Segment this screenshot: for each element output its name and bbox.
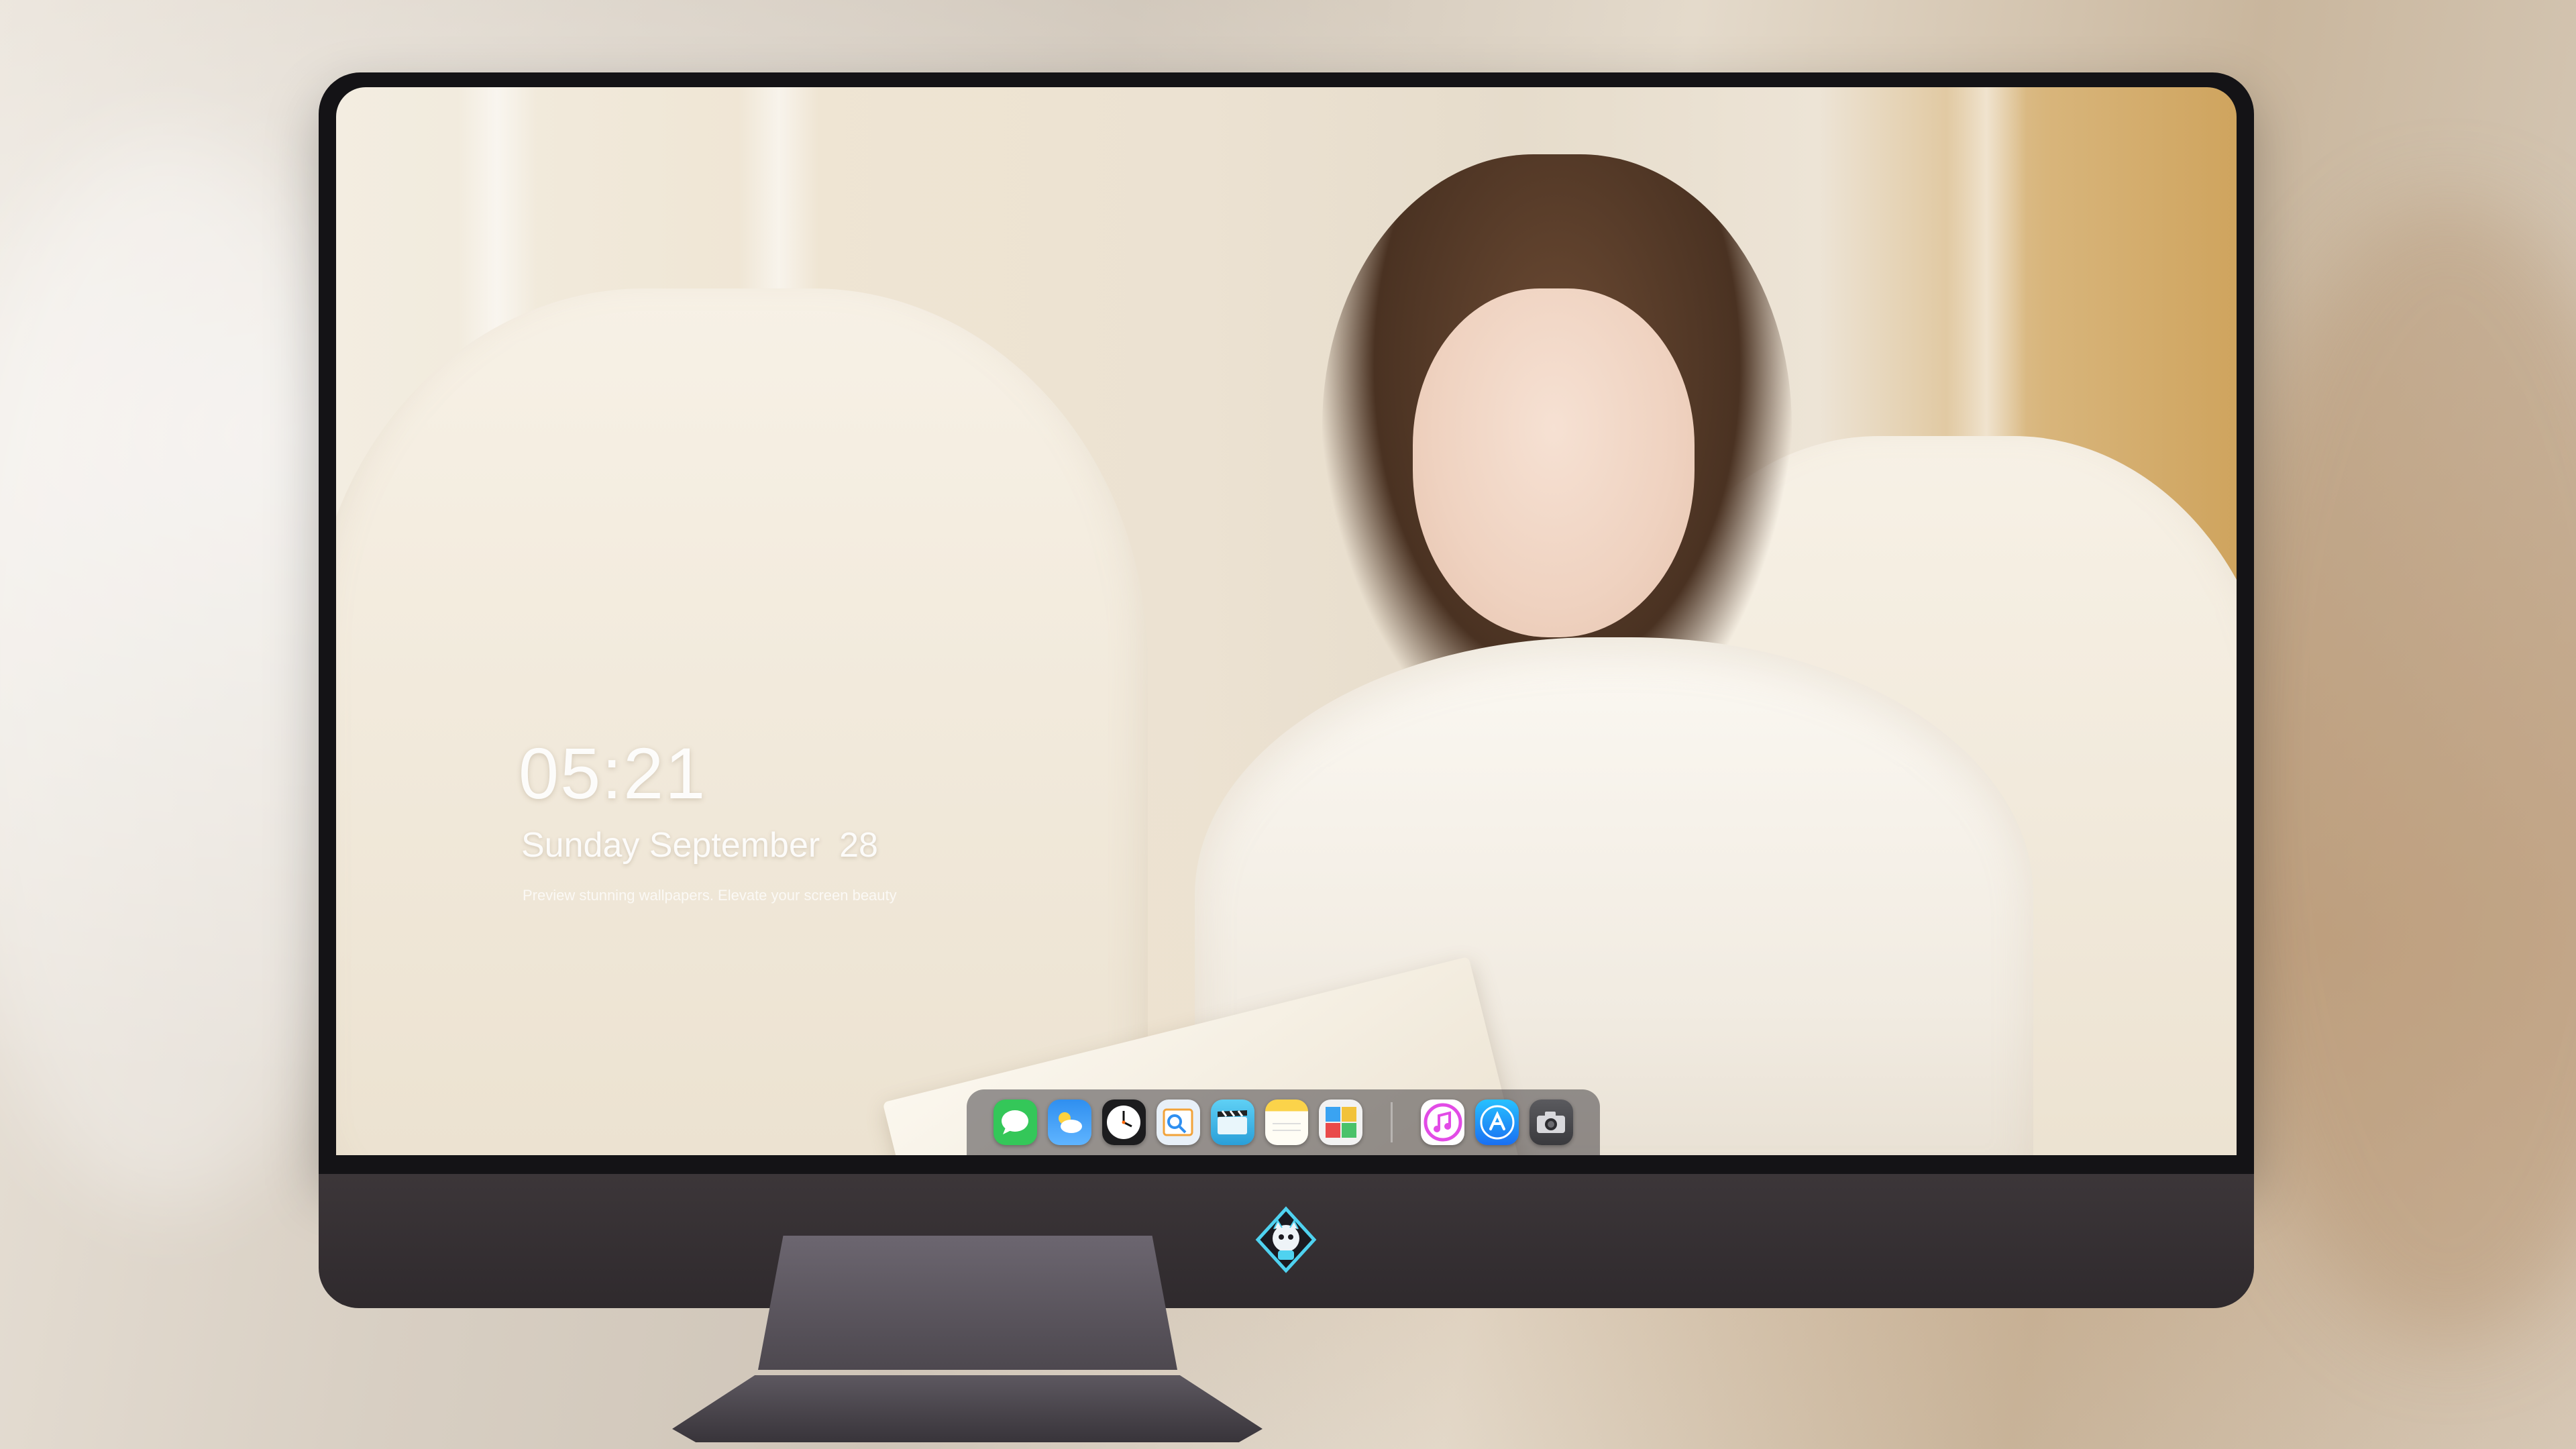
screen: 05:21 Sunday September 28 Preview stunni… [336,87,2237,1155]
app-store-icon[interactable] [1475,1099,1519,1145]
photo-booth-icon[interactable] [1319,1099,1363,1145]
lock-tagline: Preview stunning wallpapers. Elevate you… [523,887,897,904]
dock-separator [1391,1102,1393,1142]
wallpaper-face [1413,288,1695,637]
monitor-stand-neck [758,1236,1177,1370]
notes-icon[interactable] [1265,1099,1309,1145]
messages-icon[interactable] [994,1099,1037,1145]
desktop-background: 05:21 Sunday September 28 Preview stunni… [0,0,2576,1449]
monitor-bezel: 05:21 Sunday September 28 Preview stunni… [319,72,2254,1174]
weather-icon[interactable] [1047,1099,1091,1145]
brand-logo-icon [1252,1206,1320,1273]
monitor: 05:21 Sunday September 28 Preview stunni… [319,72,2254,1308]
lock-time: 05:21 [519,733,707,814]
clock-icon[interactable] [1102,1099,1146,1145]
itunes-icon[interactable] [1421,1099,1465,1145]
preview-icon[interactable] [1156,1099,1200,1145]
sofa-cushion-left [336,288,1148,1155]
clips-icon[interactable] [1210,1099,1254,1145]
dock [967,1089,1600,1155]
lock-date: Sunday September 28 [521,826,878,865]
camera-icon[interactable] [1529,1099,1573,1145]
monitor-stand-base [672,1375,1263,1442]
background-fold [2214,201,2576,1342]
